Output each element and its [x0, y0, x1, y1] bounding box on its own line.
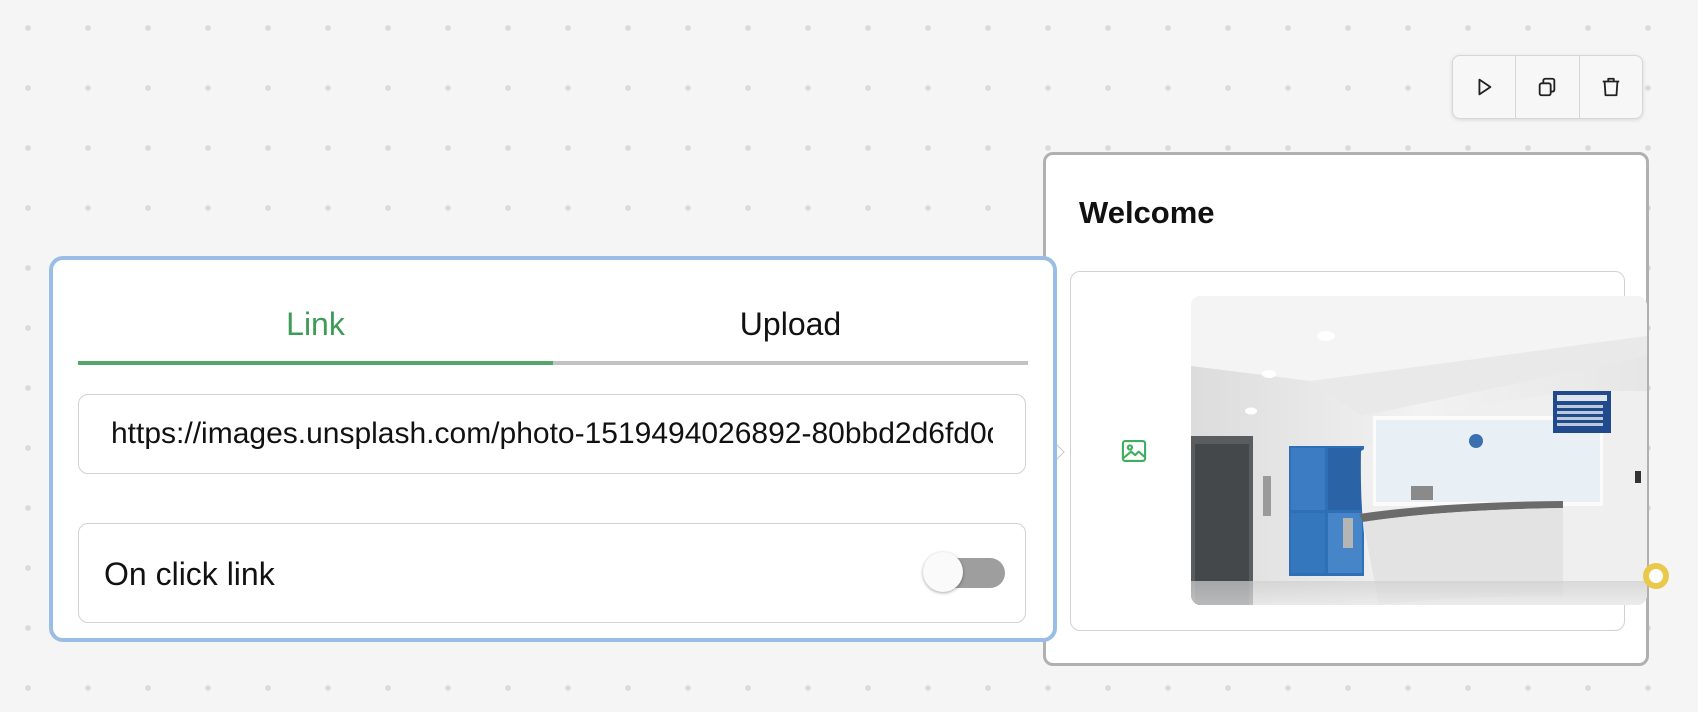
tab-link[interactable]: Link	[78, 284, 553, 365]
on-click-link-toggle[interactable]	[923, 552, 1005, 592]
on-click-link-row: On click link	[78, 523, 1026, 623]
image-preview[interactable]	[1191, 296, 1647, 605]
image-bubble-item[interactable]	[1070, 271, 1647, 631]
image-block-card[interactable]: Welcome	[1043, 152, 1649, 666]
source-tabs: Link Upload	[78, 284, 1028, 365]
image-url-input[interactable]	[78, 394, 1026, 474]
image-icon	[1121, 440, 1147, 462]
duplicate-button[interactable]	[1516, 56, 1580, 118]
output-handle[interactable]	[1643, 563, 1669, 589]
block-title: Welcome	[1079, 195, 1215, 230]
trash-icon	[1602, 77, 1620, 97]
block-toolbar	[1452, 55, 1643, 119]
toggle-knob	[923, 552, 963, 592]
on-click-link-label: On click link	[104, 556, 275, 592]
play-button[interactable]	[1453, 56, 1517, 118]
play-icon	[1478, 78, 1492, 96]
tab-upload[interactable]: Upload	[553, 284, 1028, 365]
delete-button[interactable]	[1580, 56, 1642, 118]
image-settings-popover: Link Upload On click link	[49, 256, 1057, 642]
duplicate-icon	[1539, 77, 1556, 97]
